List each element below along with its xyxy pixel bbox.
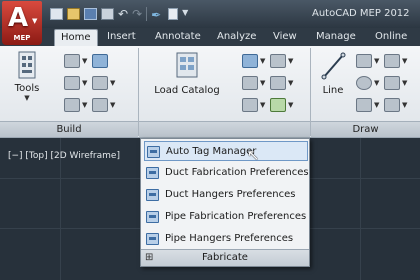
- fabricate-panel-title[interactable]: ⊞ Fabricate: [141, 249, 309, 266]
- rectangle-icon[interactable]: [356, 98, 372, 112]
- duct-hangers-icon: [146, 189, 159, 201]
- pipe-icon[interactable]: [64, 76, 80, 90]
- open-icon[interactable]: [67, 8, 80, 20]
- space-dropdown-icon[interactable]: ▼: [260, 101, 265, 109]
- tools-icon: [18, 51, 36, 79]
- load-catalog-icon: [176, 52, 198, 78]
- tag-dropdown-icon[interactable]: ▼: [260, 57, 265, 65]
- fabricate-dropdown-menu: Auto Tag Manager ↖ Duct Fabrication Pref…: [140, 138, 310, 267]
- new-icon[interactable]: [50, 8, 63, 20]
- menu-item-auto-tag-manager[interactable]: Auto Tag Manager ↖: [144, 141, 308, 164]
- duct-dropdown-icon[interactable]: ▼: [82, 57, 87, 65]
- tab-insert[interactable]: Insert: [107, 29, 136, 46]
- tools-dropdown-icon: ▼: [24, 94, 30, 102]
- tag-manager-icon: [147, 146, 160, 158]
- qat-separator: [146, 7, 148, 21]
- section-icon[interactable]: [270, 76, 286, 90]
- match-properties-icon[interactable]: ✒: [151, 8, 164, 22]
- arc-icon[interactable]: [384, 76, 400, 90]
- schedule-dropdown-icon[interactable]: ▼: [288, 57, 293, 65]
- tab-online[interactable]: Online: [375, 29, 407, 46]
- qat-dropdown-icon[interactable]: ▼: [182, 8, 195, 20]
- build-panel-title[interactable]: Build: [0, 121, 138, 137]
- draw-panel-title[interactable]: Draw: [311, 121, 420, 137]
- circle-dropdown-icon[interactable]: ▼: [374, 79, 379, 87]
- catalog-panel-title[interactable]: [139, 121, 310, 137]
- tools-button[interactable]: Tools ▼: [8, 50, 46, 102]
- line-label: Line: [322, 85, 344, 96]
- menu-item-duct-fabrication-preferences[interactable]: Duct Fabrication Preferences: [144, 163, 309, 183]
- hatch-icon[interactable]: [384, 98, 400, 112]
- schedule-icon[interactable]: [270, 54, 286, 68]
- point-dropdown-icon[interactable]: ▼: [402, 57, 407, 65]
- duct-fabrication-icon: [146, 167, 159, 179]
- polyline-icon[interactable]: [356, 54, 372, 68]
- line-button[interactable]: Line: [316, 50, 350, 96]
- section-dropdown-icon[interactable]: ▼: [288, 79, 293, 87]
- pipe-hangers-icon: [146, 233, 159, 245]
- rectangle-dropdown-icon[interactable]: ▼: [374, 101, 379, 109]
- mouse-cursor-icon: ↖: [247, 146, 260, 164]
- space-icon[interactable]: [242, 98, 258, 112]
- elevation-icon[interactable]: [242, 76, 258, 90]
- tab-home[interactable]: Home: [54, 29, 98, 46]
- equipment-icon[interactable]: [64, 98, 80, 112]
- application-menu-button[interactable]: A ▼ MEP: [2, 1, 42, 45]
- line-icon: [321, 52, 346, 80]
- quick-access-toolbar: ↶ ↷ ✒ ▼: [50, 5, 195, 23]
- circle-icon[interactable]: [356, 76, 372, 90]
- load-catalog-label: Load Catalog: [154, 85, 220, 96]
- ribbon: Tools ▼ ▼ ▼ ▼ ▼ ▼ Load Catalog ▼ ▼ ▼ ▼ ▼…: [0, 46, 420, 138]
- menu-item-pipe-fabrication-preferences[interactable]: Pipe Fabrication Preferences: [144, 207, 308, 227]
- fabricate-panel-label: Fabricate: [202, 252, 248, 263]
- app-menu-dropdown-icon: ▼: [32, 17, 38, 25]
- point-icon[interactable]: [384, 54, 400, 68]
- menu-item-label: Auto Tag Manager: [166, 146, 257, 157]
- polyline-dropdown-icon[interactable]: ▼: [374, 57, 379, 65]
- menu-item-label: Pipe Hangers Preferences: [165, 233, 294, 244]
- cable-tray-icon[interactable]: [92, 76, 108, 90]
- tab-manage[interactable]: Manage: [316, 29, 356, 46]
- autocad-logo-icon: A: [8, 3, 29, 33]
- hanger-icon[interactable]: [92, 98, 108, 112]
- tag-icon[interactable]: [242, 54, 258, 68]
- viewport-controls-label[interactable]: [−] [Top] [2D Wireframe]: [8, 151, 120, 161]
- tab-annotate[interactable]: Annotate: [155, 29, 201, 46]
- load-catalog-button[interactable]: Load Catalog: [148, 50, 226, 96]
- arc-dropdown-icon[interactable]: ▼: [402, 79, 407, 87]
- duct-fitting-icon[interactable]: [92, 54, 108, 68]
- hatch-dropdown-icon[interactable]: ▼: [402, 101, 407, 109]
- equipment-dropdown-icon[interactable]: ▼: [82, 101, 87, 109]
- undo-icon[interactable]: ↶: [118, 8, 128, 20]
- menu-item-label: Pipe Fabrication Preferences: [165, 211, 307, 222]
- tab-view[interactable]: View: [273, 29, 297, 46]
- window-title: AutoCAD MEP 2012: [312, 8, 410, 19]
- menu-item-duct-hangers-preferences[interactable]: Duct Hangers Preferences: [144, 185, 308, 205]
- hanger-dropdown-icon[interactable]: ▼: [110, 101, 115, 109]
- grid-line: [360, 138, 361, 280]
- menu-item-label: Duct Fabrication Preferences: [165, 167, 309, 178]
- elevation-dropdown-icon[interactable]: ▼: [260, 79, 265, 87]
- app-badge: MEP: [13, 34, 31, 42]
- duct-icon[interactable]: [64, 54, 80, 68]
- plot-icon[interactable]: [101, 8, 114, 20]
- save-icon[interactable]: [84, 8, 97, 20]
- redo-icon[interactable]: ↷: [132, 8, 142, 20]
- tools-label: Tools: [14, 83, 40, 94]
- menu-item-pipe-hangers-preferences[interactable]: Pipe Hangers Preferences: [144, 229, 308, 249]
- pipe-dropdown-icon[interactable]: ▼: [82, 79, 87, 87]
- menu-item-label: Duct Hangers Preferences: [165, 189, 296, 200]
- tab-analyze[interactable]: Analyze: [217, 29, 256, 46]
- pipe-fabrication-icon: [146, 211, 159, 223]
- level-icon[interactable]: [270, 98, 286, 112]
- cable-tray-dropdown-icon[interactable]: ▼: [110, 79, 115, 87]
- level-dropdown-icon[interactable]: ▼: [288, 101, 293, 109]
- ribbon-tab-bar: Home Insert Annotate Analyze View Manage…: [0, 28, 420, 46]
- page-icon[interactable]: [168, 8, 179, 20]
- title-bar: ↶ ↷ ✒ ▼ AutoCAD MEP 2012: [0, 0, 420, 28]
